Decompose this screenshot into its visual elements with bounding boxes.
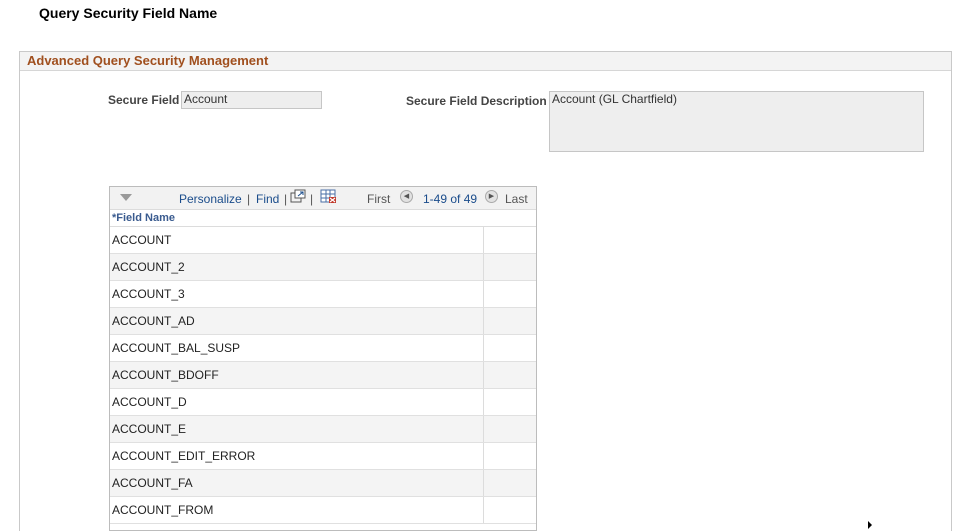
page-title: Query Security Field Name [39, 5, 218, 21]
field-name-cell[interactable]: ACCOUNT_BAL_SUSP [110, 335, 484, 361]
table-row[interactable]: ACCOUNT_D [110, 389, 536, 416]
table-row[interactable]: ACCOUNT_BDOFF [110, 362, 536, 389]
new-window-icon[interactable] [290, 189, 306, 206]
mouse-cursor [868, 521, 872, 529]
field-name-cell[interactable]: ACCOUNT_EDIT_ERROR [110, 443, 484, 469]
grid-navigation-bar: Personalize | Find | | First ◀ 1-49 of 4… [110, 187, 536, 210]
chevron-down-icon[interactable] [120, 194, 132, 201]
field-name-column-header[interactable]: *Field Name [110, 210, 536, 227]
row-action-cell [484, 497, 536, 523]
row-action-cell [484, 389, 536, 415]
field-name-cell[interactable]: ACCOUNT [110, 227, 484, 253]
previous-arrow-icon[interactable]: ◀ [400, 190, 413, 203]
field-name-cell[interactable]: ACCOUNT_D [110, 389, 484, 415]
field-name-cell[interactable]: ACCOUNT_FROM [110, 497, 484, 523]
row-action-cell [484, 281, 536, 307]
row-action-cell [484, 308, 536, 334]
find-link[interactable]: Find [256, 192, 279, 206]
row-action-cell [484, 227, 536, 253]
row-action-cell [484, 335, 536, 361]
table-row[interactable]: ACCOUNT_BAL_SUSP [110, 335, 536, 362]
personalize-link[interactable]: Personalize [179, 192, 242, 206]
table-row[interactable]: ACCOUNT_E [110, 416, 536, 443]
field-name-cell[interactable]: ACCOUNT_2 [110, 254, 484, 280]
row-range: 1-49 of 49 [423, 192, 478, 206]
table-row[interactable]: ACCOUNT_AD [110, 308, 536, 335]
table-row[interactable]: ACCOUNT [110, 227, 536, 254]
table-row[interactable]: ACCOUNT_FA [110, 470, 536, 497]
table-row[interactable]: ACCOUNT_2 [110, 254, 536, 281]
grid-rows: ACCOUNT ACCOUNT_2 ACCOUNT_3 ACCOUNT_AD ACCOU… [110, 227, 536, 524]
separator: | [310, 192, 314, 206]
secure-field-input[interactable]: Account [181, 91, 322, 109]
last-link[interactable]: Last [505, 192, 528, 206]
table-row[interactable]: ACCOUNT_FROM [110, 497, 536, 524]
row-action-cell [484, 470, 536, 496]
field-name-cell[interactable]: ACCOUNT_BDOFF [110, 362, 484, 388]
row-action-cell [484, 254, 536, 280]
row-action-cell [484, 362, 536, 388]
row-action-cell [484, 416, 536, 442]
field-name-cell[interactable]: ACCOUNT_E [110, 416, 484, 442]
secure-field-description-label: Secure Field Description [406, 94, 547, 108]
field-name-cell[interactable]: ACCOUNT_FA [110, 470, 484, 496]
table-row[interactable]: ACCOUNT_EDIT_ERROR [110, 443, 536, 470]
table-row[interactable]: ACCOUNT_3 [110, 281, 536, 308]
field-name-cell[interactable]: ACCOUNT_AD [110, 308, 484, 334]
grid-download-icon[interactable] [320, 189, 337, 207]
section-title: Advanced Query Security Management [20, 52, 951, 71]
secure-field-label: Secure Field [108, 93, 180, 107]
first-link[interactable]: First [367, 192, 390, 206]
field-name-grid: Personalize | Find | | First ◀ 1-49 of 4… [109, 186, 537, 531]
separator: | [284, 192, 288, 206]
next-arrow-icon[interactable]: ▶ [485, 190, 498, 203]
row-action-cell [484, 443, 536, 469]
separator: | [247, 192, 251, 206]
field-name-cell[interactable]: ACCOUNT_3 [110, 281, 484, 307]
secure-field-description-field[interactable]: Account (GL Chartfield) [549, 91, 924, 152]
